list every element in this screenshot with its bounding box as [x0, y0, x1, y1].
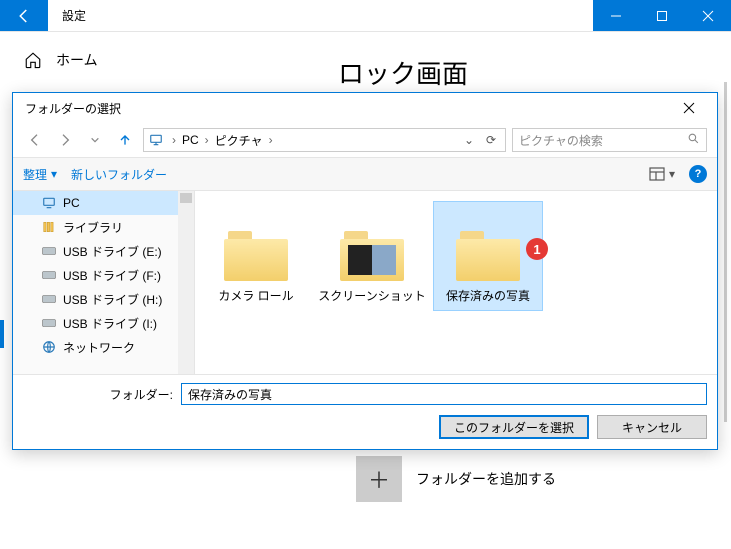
tree-item-libraries[interactable]: ライブラリ: [13, 215, 194, 239]
page-title: ロック画面: [338, 54, 731, 91]
tree-label: USB ドライブ (I:): [63, 315, 157, 332]
add-folder-label: フォルダーを追加する: [416, 469, 556, 489]
folder-field[interactable]: [181, 383, 707, 405]
close-button[interactable]: [685, 0, 731, 31]
folder-camera-roll[interactable]: カメラ ロール: [201, 201, 311, 311]
nav-up-icon[interactable]: [113, 128, 137, 152]
tree-label: ライブラリ: [63, 219, 123, 236]
breadcrumb[interactable]: › PC › ピクチャ › ⌄ ⟳: [143, 128, 506, 152]
drive-icon: [41, 267, 57, 283]
tree-item-usb-e[interactable]: USB ドライブ (E:): [13, 239, 194, 263]
tree-item-usb-i[interactable]: USB ドライブ (I:): [13, 311, 194, 335]
folder-saved-pictures[interactable]: 保存済みの写真 1: [433, 201, 543, 311]
folder-icon: [224, 231, 288, 281]
home-link[interactable]: ホーム: [24, 50, 314, 70]
organize-label: 整理: [23, 166, 47, 183]
network-icon: [41, 339, 57, 355]
recent-dropdown-icon[interactable]: [83, 128, 107, 152]
drive-icon: [41, 315, 57, 331]
folder-label: 保存済みの写真: [446, 287, 530, 304]
chevron-right-icon: ›: [168, 133, 180, 147]
folder-icon: [456, 231, 520, 281]
nav-forward-icon[interactable]: [53, 128, 77, 152]
tree-label: USB ドライブ (H:): [63, 291, 162, 308]
tree-item-network[interactable]: ネットワーク: [13, 335, 194, 359]
folder-field-label: フォルダー:: [23, 386, 173, 403]
maximize-button[interactable]: [639, 0, 685, 31]
tree-label: USB ドライブ (E:): [63, 243, 162, 260]
library-icon: [41, 219, 57, 235]
help-button[interactable]: ?: [689, 165, 707, 183]
search-placeholder: ピクチャの検索: [519, 132, 687, 149]
chevron-down-icon: ▾: [51, 167, 57, 181]
chevron-down-icon[interactable]: ⌄: [459, 133, 479, 147]
organize-menu[interactable]: 整理 ▾: [23, 166, 57, 183]
chevron-right-icon: ›: [265, 133, 277, 147]
nav-tree: PC ライブラリ USB ドライブ (E:) USB ドライブ (F:) USB…: [13, 191, 195, 374]
tree-item-usb-h[interactable]: USB ドライブ (H:): [13, 287, 194, 311]
refresh-icon[interactable]: ⟳: [481, 133, 501, 147]
select-folder-button[interactable]: このフォルダーを選択: [439, 415, 589, 439]
search-input[interactable]: ピクチャの検索: [512, 128, 707, 152]
window-title: 設定: [48, 0, 593, 31]
new-folder-button[interactable]: 新しいフォルダー: [71, 166, 167, 183]
annotation-badge: 1: [526, 238, 548, 260]
drive-icon: [41, 243, 57, 259]
scrollbar[interactable]: [724, 82, 727, 422]
pc-icon: [148, 132, 164, 148]
tree-label: PC: [63, 196, 80, 210]
back-button[interactable]: [0, 0, 48, 31]
crumb-pictures[interactable]: ピクチャ: [215, 132, 263, 149]
tree-label: USB ドライブ (F:): [63, 267, 161, 284]
cancel-button[interactable]: キャンセル: [597, 415, 707, 439]
add-folder-button[interactable]: ＋: [356, 456, 402, 502]
dialog-close-button[interactable]: [669, 102, 709, 114]
crumb-pc[interactable]: PC: [182, 133, 199, 147]
nav-indicator: [0, 320, 4, 348]
tree-item-usb-f[interactable]: USB ドライブ (F:): [13, 263, 194, 287]
home-label: ホーム: [56, 50, 98, 70]
nav-back-icon[interactable]: [23, 128, 47, 152]
folder-label: スクリーンショット: [318, 287, 425, 304]
folder-label: カメラ ロール: [218, 287, 293, 304]
folder-picker-dialog: フォルダーの選択 › PC › ピクチャ › ⌄ ⟳ ピクチャの検索 整理 ▾: [12, 92, 718, 450]
tree-label: ネットワーク: [63, 339, 135, 356]
folder-screenshots[interactable]: スクリーンショット: [317, 201, 427, 311]
pc-icon: [41, 195, 57, 211]
search-icon: [687, 132, 700, 148]
view-menu[interactable]: ▾: [649, 167, 675, 181]
chevron-right-icon: ›: [201, 133, 213, 147]
minimize-button[interactable]: [593, 0, 639, 31]
tree-scrollbar[interactable]: [178, 191, 194, 374]
tree-item-pc[interactable]: PC: [13, 191, 194, 215]
chevron-down-icon: ▾: [669, 167, 675, 181]
folder-icon: [340, 231, 404, 281]
drive-icon: [41, 291, 57, 307]
dialog-title: フォルダーの選択: [21, 100, 669, 117]
